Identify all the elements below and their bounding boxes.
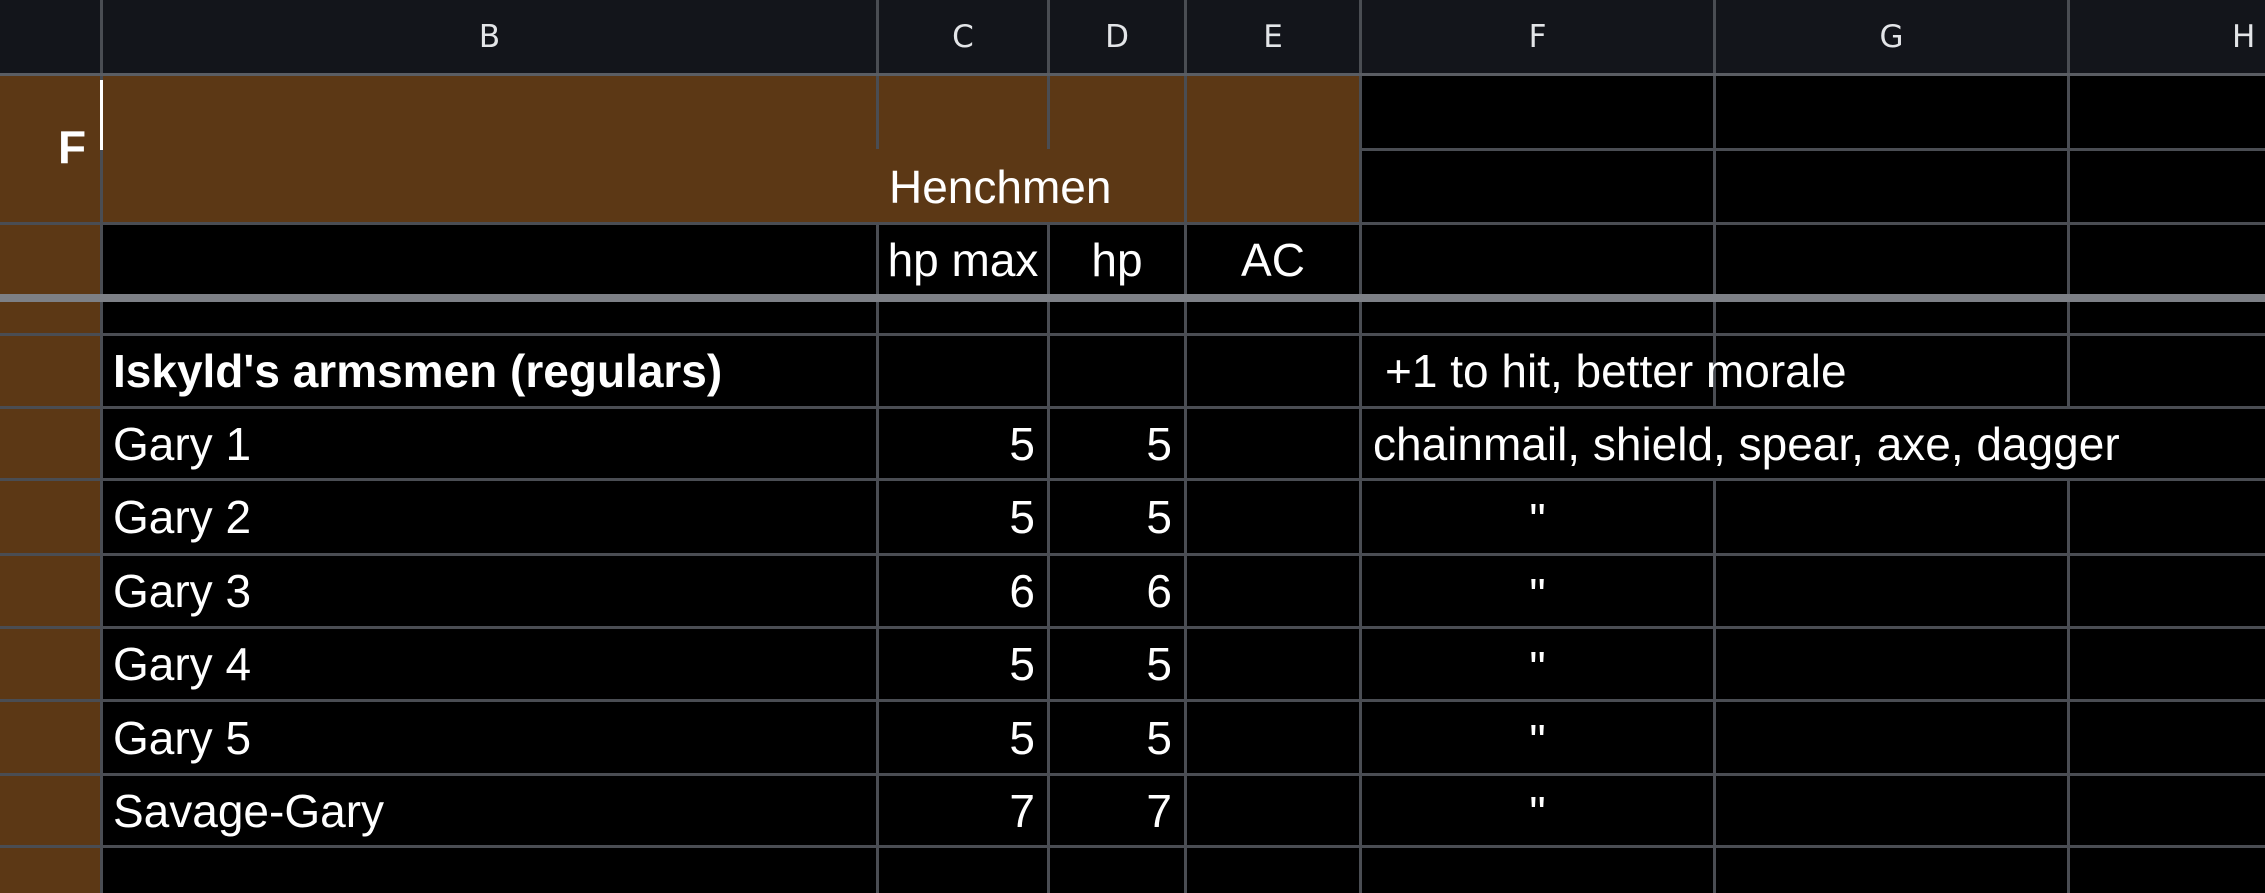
column-header-e[interactable]: E	[1187, 0, 1362, 73]
header-hp-cell[interactable]: hp	[1050, 225, 1184, 294]
notes-cell[interactable]: chainmail, shield, spear, axe, dagger	[1362, 409, 2265, 478]
spreadsheet-grid[interactable]: B C D E F G H F Henchmen hp max hp AC Is…	[0, 0, 2265, 893]
notes-cell[interactable]: "	[1362, 629, 1713, 699]
column-header-f[interactable]: F	[1362, 0, 1716, 73]
grid-line	[2067, 480, 2070, 893]
hp-max-cell[interactable]: 6	[879, 556, 1047, 626]
grid-line	[2067, 76, 2070, 408]
hp-cell[interactable]: 5	[1050, 481, 1184, 553]
name-cell[interactable]: Gary 5	[104, 702, 876, 773]
column-header-h[interactable]: H	[2070, 0, 2265, 73]
notes-cell[interactable]: "	[1362, 556, 1713, 626]
name-cell[interactable]: Gary 1	[104, 409, 876, 478]
grid-line	[1359, 148, 2265, 151]
hp-max-cell[interactable]: 5	[879, 481, 1047, 553]
name-cell[interactable]: Savage-Gary	[104, 776, 876, 845]
grid-line	[0, 845, 2265, 848]
column-header-g[interactable]: G	[1716, 0, 2070, 73]
section-note-cell[interactable]: +1 to hit, better morale	[1362, 336, 2062, 406]
column-header-d[interactable]: D	[1050, 0, 1187, 73]
grid-line	[100, 76, 103, 893]
grid-line	[1047, 76, 1050, 149]
selection-cursor	[100, 80, 103, 150]
hp-cell[interactable]: 5	[1050, 702, 1184, 773]
name-cell[interactable]: Gary 4	[104, 629, 876, 699]
hp-cell[interactable]: 5	[1050, 629, 1184, 699]
grid-line	[1184, 76, 1187, 893]
header-hp-max-cell[interactable]: hp max	[879, 225, 1047, 294]
hp-max-cell[interactable]: 5	[879, 409, 1047, 478]
hp-max-cell[interactable]: 7	[879, 776, 1047, 845]
henchmen-title-cell[interactable]: Henchmen	[879, 151, 1179, 222]
column-header-bar: B C D E F G H	[0, 0, 2265, 76]
frozen-row-label: F	[58, 121, 87, 173]
grid-line	[876, 76, 879, 149]
grid-line	[1713, 480, 1716, 893]
section-title-cell[interactable]: Iskyld's armsmen (regulars)	[104, 336, 876, 406]
hp-cell[interactable]: 5	[1050, 409, 1184, 478]
notes-cell[interactable]: "	[1362, 776, 1713, 845]
notes-cell[interactable]: "	[1362, 481, 1713, 553]
header-ac-cell[interactable]: AC	[1187, 225, 1359, 294]
hp-cell[interactable]: 6	[1050, 556, 1184, 626]
hp-max-cell[interactable]: 5	[879, 629, 1047, 699]
frozen-rows-divider[interactable]	[0, 294, 2265, 302]
row-header-gutter[interactable]	[0, 76, 103, 893]
name-cell[interactable]: Gary 3	[104, 556, 876, 626]
notes-cell[interactable]: "	[1362, 702, 1713, 773]
column-header-b[interactable]: B	[103, 0, 879, 73]
column-header-c[interactable]: C	[879, 0, 1050, 73]
name-cell[interactable]: Gary 2	[104, 481, 876, 553]
select-all-corner[interactable]	[0, 0, 103, 73]
hp-cell[interactable]: 7	[1050, 776, 1184, 845]
hp-max-cell[interactable]: 5	[879, 702, 1047, 773]
